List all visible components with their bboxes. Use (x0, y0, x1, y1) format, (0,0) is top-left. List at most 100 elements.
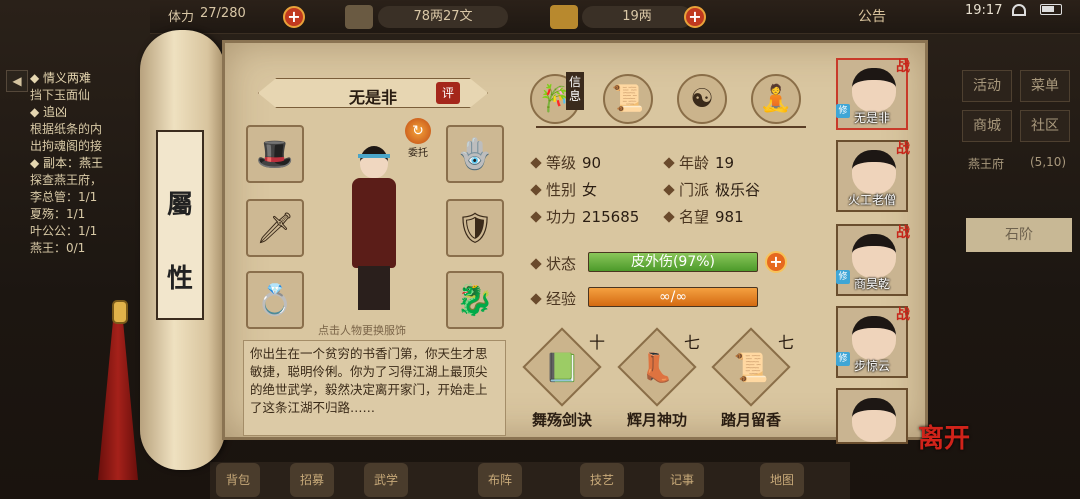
top-status-bar: 体力 27/280 + 78两27文 19两 + (150, 0, 1080, 34)
stat-status: 状态 (530, 253, 576, 274)
exp-bar: ∞/∞ (588, 287, 758, 307)
stat-exp: 经验 (530, 288, 576, 309)
stat-fame: 名望 981 (663, 206, 744, 227)
equip-slot-jade[interactable]: 🐉 (446, 271, 504, 329)
ring-icon: 💍 (256, 282, 294, 318)
menu-button[interactable]: 菜单 (1020, 70, 1070, 102)
battle-mark: 战 (896, 225, 910, 241)
member-name: 商昊乾 (853, 277, 890, 291)
announcement-button[interactable]: 公告 (858, 6, 886, 26)
scroll-title-box: 屬 性 (156, 130, 204, 320)
formation-button[interactable]: 布阵 (478, 463, 522, 497)
boots-icon: 👢 (639, 351, 675, 384)
battle-mark: 战 (896, 59, 910, 75)
map-coords: (5,10) (1030, 155, 1067, 169)
money-value: 78两27文 (378, 6, 508, 28)
skill-slot-1[interactable]: 📗 十 舞殇剑诀 (522, 327, 605, 429)
stat-power: 功力 215685 (530, 206, 640, 227)
skill-name: 辉月神功 (626, 411, 687, 429)
activity-button[interactable]: 活动 (962, 70, 1012, 102)
stat-power-label: 功力 (546, 208, 577, 226)
equip-slot-accessory[interactable]: 🪬 (446, 125, 504, 183)
martial-button[interactable]: 武学 (364, 463, 408, 497)
collapse-arrow-icon[interactable]: ◀ (6, 70, 28, 92)
party-list: 战 修 无是非 战 火工老僧 战 修 商昊乾 战 修 步惊云 (836, 58, 912, 444)
stat-fame-value: 981 (715, 208, 744, 226)
gold-value: 19两 (582, 6, 692, 28)
recruit-button[interactable]: 招募 (290, 463, 334, 497)
add-stamina-button[interactable]: + (283, 6, 305, 28)
tab-underline (536, 126, 806, 128)
change-outfit-hint: 点击人物更换服饰 (318, 324, 406, 337)
character-robe (352, 178, 396, 268)
member-name: 步惊云 (853, 359, 890, 373)
stat-gender-label: 性别 (546, 181, 577, 199)
party-member[interactable]: 战 修 无是非 (836, 58, 910, 130)
craft-button[interactable]: 技艺 (580, 463, 624, 497)
stat-level-label: 等级 (546, 154, 577, 172)
tassel-knot (112, 300, 128, 324)
stat-sect-value: 极乐谷 (715, 181, 761, 199)
map-button[interactable]: 地图 (760, 463, 804, 497)
review-button[interactable]: 评 (436, 82, 460, 104)
stat-sect-label: 门派 (679, 181, 710, 199)
member-name: 无是非 (853, 111, 890, 125)
stat-power-value: 215685 (582, 208, 640, 226)
sword-icon: 🗡 (255, 210, 295, 246)
equip-slot-ring[interactable]: 💍 (246, 271, 304, 329)
status-text: 皮外伤(97%) (630, 254, 716, 270)
member-portrait (852, 234, 896, 278)
scroll-icon: 📜 (733, 351, 769, 384)
skill-level: 七 (777, 333, 794, 352)
skill-level: 七 (683, 333, 700, 352)
battery-icon (1040, 4, 1062, 15)
meridian-tab-icon[interactable]: 🧘 (751, 74, 801, 124)
stat-level-value: 90 (582, 154, 602, 172)
stat-gender-value: 女 (582, 181, 598, 199)
scroll-title-bottom: 性 (166, 264, 193, 294)
shop-button[interactable]: 商城 (962, 110, 1012, 142)
entrust-icon: ↻ (405, 118, 431, 144)
gold-icon (550, 5, 578, 29)
map-name: 燕王府 (968, 157, 1005, 171)
battle-mark: 战 (896, 141, 910, 157)
money-icon (345, 5, 373, 29)
clock: 19:17 (965, 3, 1003, 18)
party-member[interactable]: 战 火工老僧 (836, 140, 910, 212)
add-gold-button[interactable]: + (684, 6, 706, 28)
skill-slot-3[interactable]: 📜 七 踏月留香 (711, 327, 794, 429)
status-bar: 皮外伤(97%) (588, 252, 758, 272)
stat-fame-label: 名望 (679, 208, 710, 226)
character-figure[interactable] (338, 146, 408, 316)
location-button[interactable]: 石阶 (966, 218, 1072, 252)
manual-icon: 📗 (544, 351, 580, 384)
skill-name: 舞殇剑诀 (531, 411, 592, 429)
stamina-label: 体力 (168, 10, 195, 25)
info-tab-label: 信息 (566, 72, 584, 110)
leave-button[interactable]: 离开 (918, 418, 970, 455)
equip-slot-weapon[interactable]: 🗡 (246, 199, 304, 257)
map-scroll-tab-icon[interactable]: 📜 (603, 74, 653, 124)
skill-slot-2[interactable]: 👢 七 辉月神功 (617, 327, 700, 429)
character-legs (358, 266, 390, 310)
battle-mark: 战 (896, 307, 910, 323)
amulet-icon: 🪬 (456, 136, 494, 172)
heal-button[interactable]: + (765, 251, 787, 273)
character-biography: 你出生在一个贫穷的书香门第，你天生才思敏捷，聪明伶俐。你为了习得江湖上最顶尖的绝… (243, 340, 506, 436)
stat-age: 年龄 19 (663, 152, 734, 173)
community-button[interactable]: 社区 (1020, 110, 1070, 142)
journal-button[interactable]: 记事 (660, 463, 704, 497)
party-member[interactable]: 战 修 商昊乾 (836, 224, 910, 296)
jade-icon: 🐉 (456, 282, 494, 318)
skill-name: 踏月留香 (720, 411, 781, 429)
headgear-icon: 🎩 (256, 136, 294, 172)
party-member[interactable] (836, 388, 908, 444)
equip-slot-head[interactable]: 🎩 (246, 125, 304, 183)
stat-gender: 性别女 (530, 179, 598, 200)
stamina-value: 27/280 (200, 6, 246, 21)
equip-slot-armor[interactable]: 🛡 (446, 199, 504, 257)
bagua-tab-icon[interactable]: ☯ (677, 74, 727, 124)
bag-button[interactable]: 背包 (216, 463, 260, 497)
exp-text: ∞/∞ (658, 289, 688, 305)
party-member[interactable]: 战 修 步惊云 (836, 306, 910, 378)
